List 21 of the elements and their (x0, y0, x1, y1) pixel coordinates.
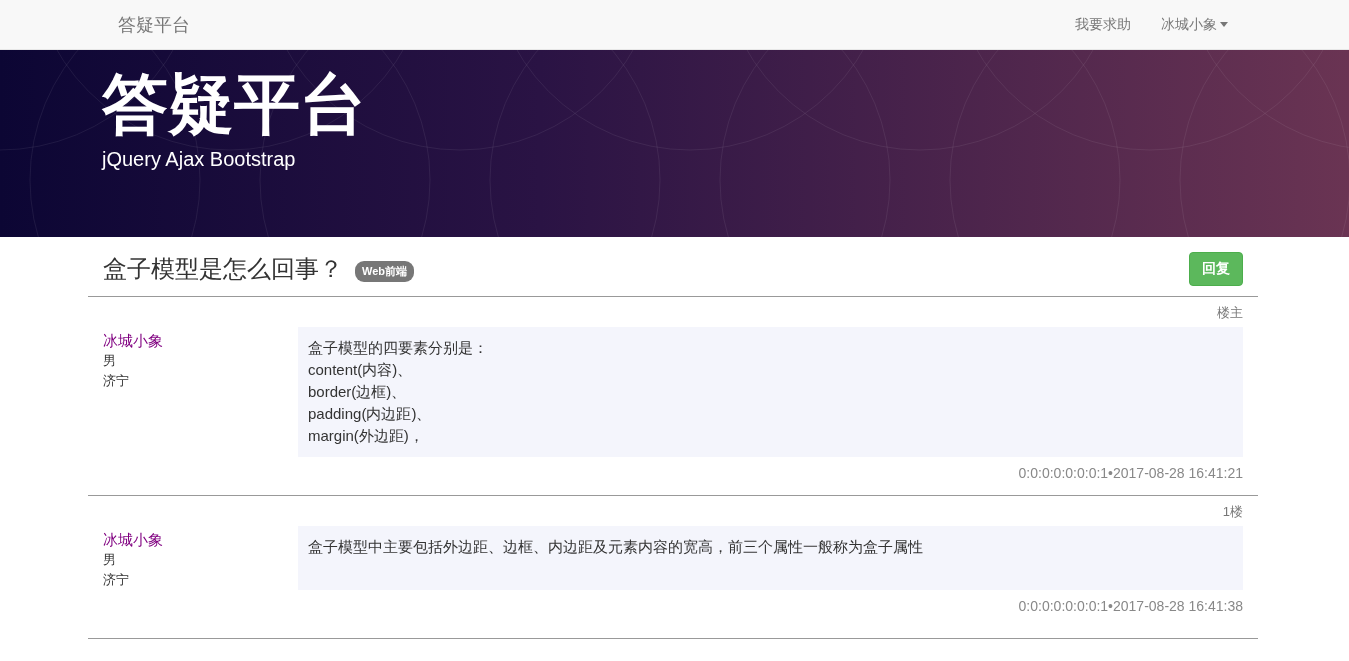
nav-link[interactable]: 我要求助 (1060, 15, 1146, 34)
brand-link[interactable]: 答疑平台 (118, 12, 190, 37)
user-menu[interactable]: 冰城小象 (1146, 15, 1243, 34)
floor-label: 楼主 (1216, 305, 1243, 321)
post-content: 盒子模型的四要素分别是： content(内容)、 border(边框)、 padding(内边距)、 margin(外边距)， (298, 327, 1243, 457)
author-city: 济宁 (103, 571, 130, 589)
post-meta: 0:0:0:0:0:0:0:1•2017-08-28 16:41:38 (1017, 598, 1243, 614)
author-gender: 男 (103, 551, 117, 569)
hero-subtitle: jQuery Ajax Bootstrap (102, 148, 297, 171)
reply-button[interactable]: 回复 (1189, 252, 1243, 286)
author-city: 济宁 (103, 372, 130, 390)
hero-title: 答疑平台 (102, 66, 367, 143)
post-content: 盒子模型中主要包括外边距、边框、内边距及元素内容的宽高，前三个属性一般称为盒子属性 (298, 526, 1243, 590)
caret-icon (1220, 22, 1228, 27)
author-gender: 男 (103, 352, 117, 370)
post-meta: 0:0:0:0:0:0:0:1•2017-08-28 16:41:21 (1017, 465, 1243, 481)
author-link[interactable]: 冰城小象 (103, 331, 298, 351)
question-title: 盒子模型是怎么回事？ (103, 254, 343, 284)
author-link[interactable]: 冰城小象 (103, 530, 298, 550)
floor-label: 1楼 (1221, 504, 1243, 520)
category-badge: Web前端 (355, 260, 415, 282)
